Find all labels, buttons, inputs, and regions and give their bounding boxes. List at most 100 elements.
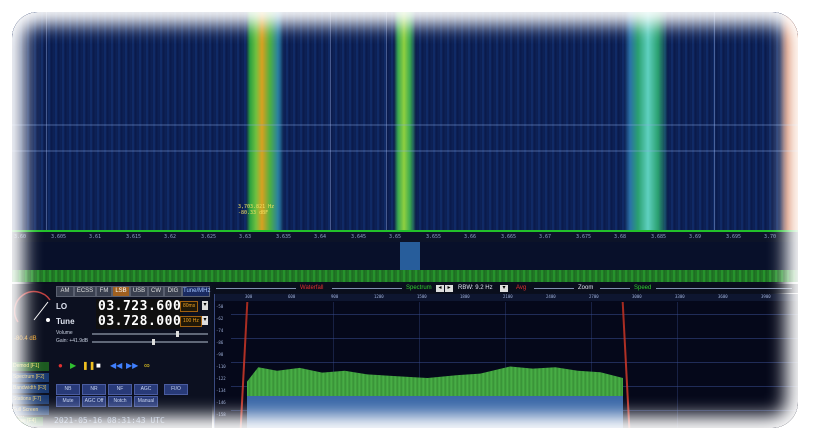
mode-am-button[interactable]: AM [56, 286, 74, 297]
axis-tick: 2700 [589, 294, 599, 299]
spectrum-label: Spectrum [406, 285, 432, 291]
nf-button[interactable]: NF [108, 384, 132, 395]
tune-frequency[interactable]: 03.728.000 [96, 314, 184, 329]
waterfall-line [46, 12, 47, 230]
waterfall-band [12, 124, 798, 126]
lo-label: LO [56, 302, 68, 311]
volume-thumb[interactable] [176, 331, 179, 337]
mode-dig-button[interactable]: DIG [164, 286, 182, 297]
waterfall-label: Waterfall [300, 285, 324, 291]
scale-tick: 3.63 [239, 234, 252, 240]
tune-step-select[interactable]: 100 Hz [180, 316, 202, 327]
rbw-decrease-icon[interactable]: ◂ [436, 285, 444, 292]
stop-icon[interactable]: ■ [96, 362, 101, 370]
waterfall-line [714, 12, 715, 230]
waterfall-line [386, 12, 387, 230]
lo-step-select[interactable]: 80ms [180, 301, 199, 312]
gain-label: Gain: +41.9dB [56, 338, 89, 344]
axis-tick: 1800 [460, 294, 470, 299]
scale-tick: 3.645 [351, 234, 367, 240]
function-key-demod[interactable]: Demod [F1] [12, 362, 49, 371]
db-tick: -86 [216, 340, 224, 345]
axis-tick: 600 [288, 294, 296, 299]
overview-spectrum[interactable] [12, 242, 798, 282]
mute-button[interactable]: Mute [56, 396, 80, 407]
nr-button[interactable]: NR [82, 384, 106, 395]
manual-button[interactable]: Manual [134, 396, 158, 407]
axis-tick: 3900 [761, 294, 771, 299]
scale-tick: 3.635 [276, 234, 292, 240]
grid-line [231, 314, 798, 315]
fast-forward-icon[interactable]: ▶▶ [126, 362, 138, 370]
volume-slider[interactable] [92, 331, 208, 337]
function-key-spectrum[interactable]: Spectrum [F2] [12, 373, 49, 382]
record-icon[interactable]: ● [58, 362, 63, 370]
mode-cw-button[interactable]: CW [148, 286, 164, 297]
volume-label: Volume [56, 330, 73, 336]
lo-frequency[interactable]: 03.723.600 [96, 299, 184, 314]
db-tick: -146 [216, 400, 226, 405]
mode-ecss-button[interactable]: ECSS [74, 286, 96, 297]
scale-tick: 3.61 [89, 234, 102, 240]
db-tick: -62 [216, 316, 224, 321]
play-icon[interactable]: ▶ [70, 362, 76, 370]
gain-slider[interactable] [92, 339, 208, 345]
rewind-icon[interactable]: ◀◀ [110, 362, 122, 370]
zoom-slider[interactable] [600, 288, 630, 289]
function-key-stations[interactable]: Stations [F7] [12, 395, 49, 404]
grid-line [231, 362, 798, 363]
overview-selection[interactable] [400, 242, 420, 272]
scale-tick: 3.655 [426, 234, 442, 240]
tune-dropdown-icon[interactable]: ▾ [202, 316, 208, 325]
pause-icon[interactable]: ❚❚ [82, 362, 95, 370]
avg-slider[interactable] [534, 288, 574, 289]
utc-timestamp: 2021-05-16 08:31:43 UTC [54, 416, 165, 425]
db-tick: -158 [216, 412, 226, 417]
fio-button[interactable]: FI/O [164, 384, 188, 395]
grid-line [677, 302, 678, 428]
scale-tick: 3.605 [51, 234, 67, 240]
db-tick: -134 [216, 388, 226, 393]
function-key-bandwidth[interactable]: Bandwidth [F3] [12, 384, 49, 393]
rbw-label: RBW: 9.2 Hz [458, 285, 493, 291]
passband-fill [247, 394, 623, 428]
audio-spectrum[interactable]: 300 600 900 1200 1500 1800 2100 2400 270… [214, 294, 798, 428]
spectrum-frequency-axis: 300 600 900 1200 1500 1800 2100 2400 270… [215, 294, 798, 301]
waterfall-line [330, 12, 331, 230]
db-tick: -74 [216, 328, 224, 333]
db-tick: -50 [216, 304, 224, 309]
function-key-close[interactable]: Close [F4] [12, 417, 43, 426]
mode-usb-button[interactable]: USB [130, 286, 148, 297]
scale-tick: 3.665 [501, 234, 517, 240]
rbw-dropdown-icon[interactable]: ▾ [500, 285, 508, 292]
agc-off-button[interactable]: AGC Off [82, 396, 106, 407]
notch-button[interactable]: Notch [108, 396, 132, 407]
loop-icon[interactable]: ∞ [144, 362, 150, 370]
scale-tick: 3.62 [164, 234, 177, 240]
mode-lsb-button[interactable]: LSB [112, 286, 130, 297]
function-key-fullscreen[interactable]: Full Screen [F11] [12, 406, 49, 422]
rbw-increase-icon[interactable]: ▸ [445, 285, 453, 292]
waterfall-marker-label: 3,703.821 Hz -80.33 dBF [238, 204, 274, 216]
gain-thumb[interactable] [152, 339, 155, 345]
spectrum-level-slider[interactable] [332, 288, 402, 289]
mode-fm-button[interactable]: FM [96, 286, 112, 297]
axis-tick: 1500 [417, 294, 427, 299]
scale-tick: 3.615 [126, 234, 142, 240]
gain-knob-icon[interactable] [14, 290, 54, 326]
scale-tick: 3.69 [689, 234, 702, 240]
nb-button[interactable]: NB [56, 384, 80, 395]
lo-dropdown-icon[interactable]: ▾ [202, 301, 208, 310]
scale-tick: 3.70 [764, 234, 777, 240]
axis-tick: 3600 [718, 294, 728, 299]
overview-noise [12, 270, 798, 282]
marker-level: -80.33 dBF [238, 210, 269, 216]
spectrum-header: Waterfall Spectrum ◂ ▸ RBW: 9.2 Hz ▾ Avg… [214, 284, 798, 293]
waterfall-level-slider[interactable] [216, 288, 296, 289]
speed-slider[interactable] [656, 288, 792, 289]
scale-tick: 3.60 [14, 234, 27, 240]
tune-mhz-button[interactable]: Tune/MHz [182, 286, 210, 297]
waterfall-display[interactable]: 3,703.821 Hz -80.33 dBF [12, 12, 798, 230]
scale-tick: 3.64 [314, 234, 327, 240]
agc-button[interactable]: AGC [134, 384, 158, 395]
